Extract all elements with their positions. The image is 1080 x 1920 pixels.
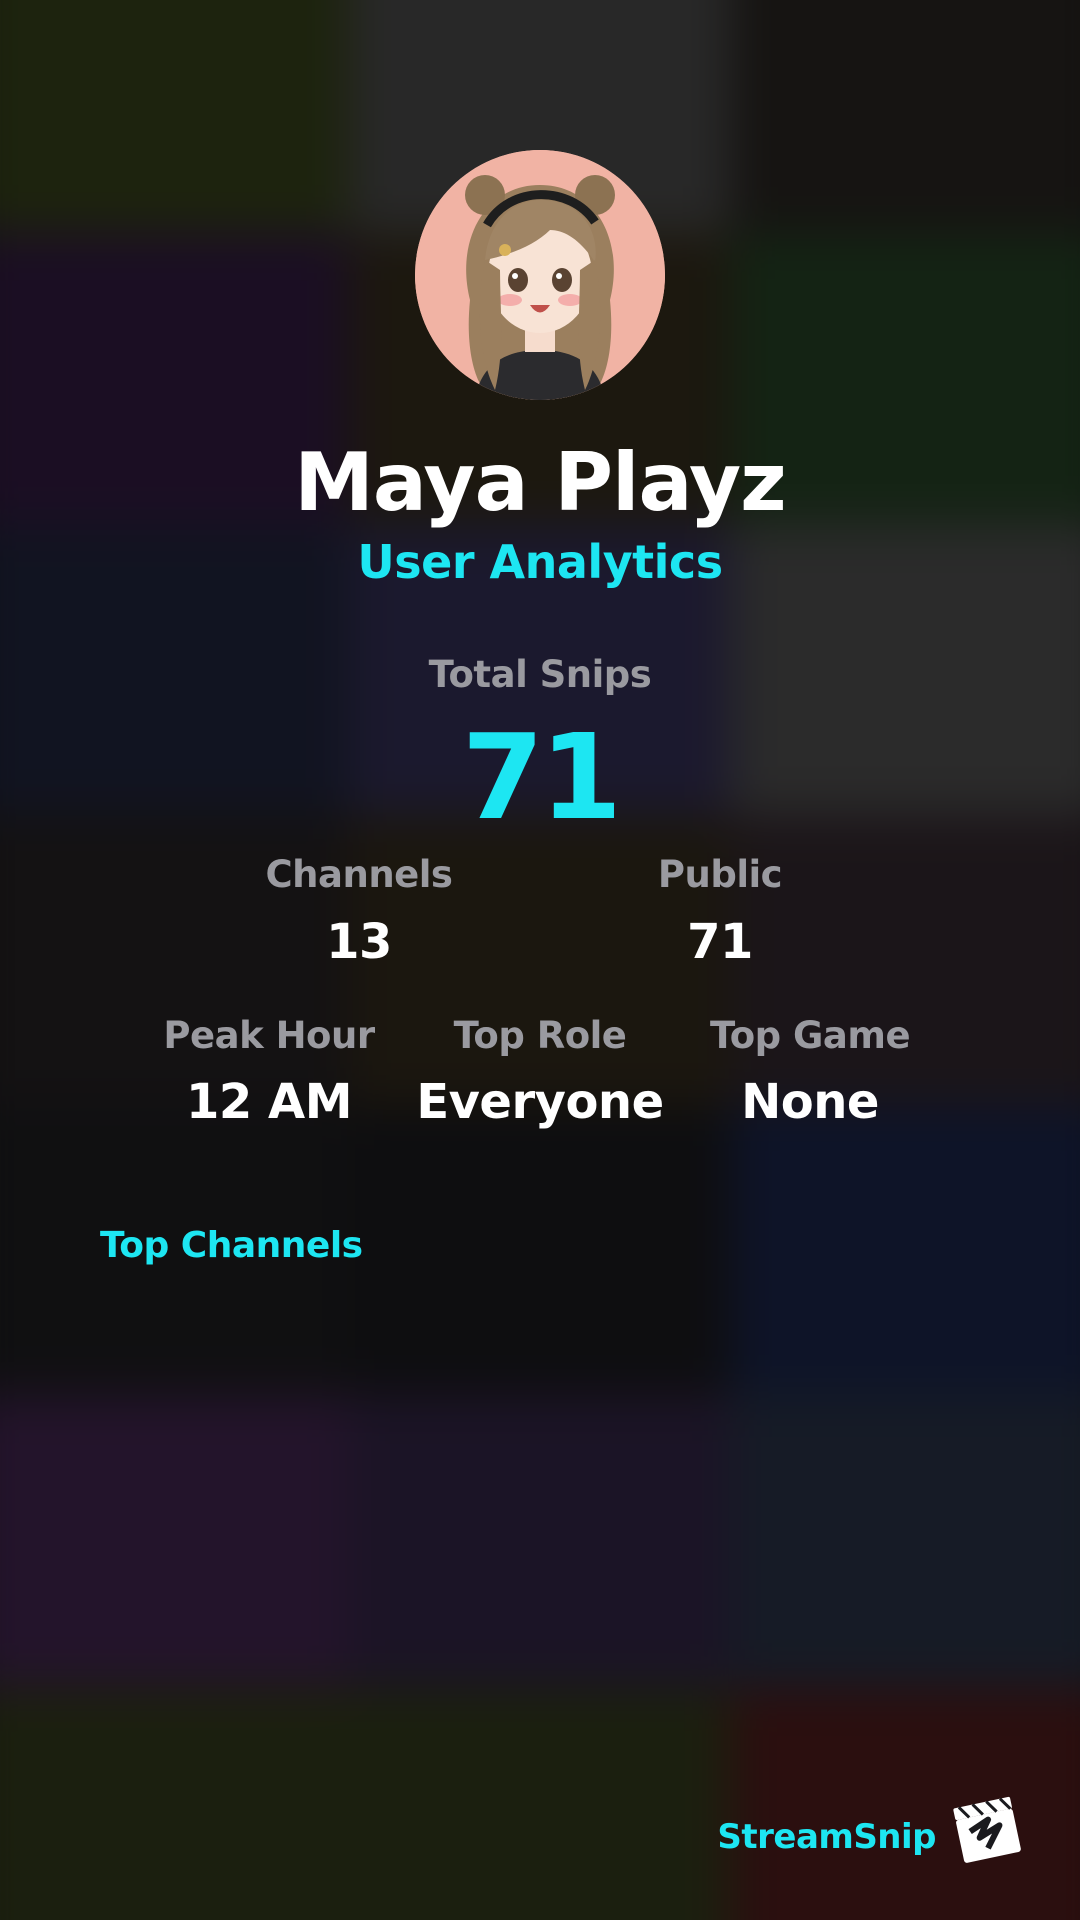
public-label: Public: [657, 853, 783, 896]
total-snips-value: 71: [461, 708, 622, 846]
channels-label: Channels: [265, 853, 453, 896]
page-subtitle: User Analytics: [357, 535, 723, 589]
top-channels-heading: Top Channels: [100, 1225, 363, 1266]
top-game-value: None: [741, 1074, 879, 1130]
public-value: 71: [687, 914, 753, 970]
analytics-card: Maya Playz User Analytics Total Snips 71…: [0, 0, 1080, 1920]
brand-name: StreamSnip: [717, 1817, 936, 1857]
avatar-image: [415, 150, 665, 400]
clapperboard-icon: [948, 1790, 1026, 1868]
total-snips-label: Total Snips: [428, 653, 652, 696]
channels-value: 13: [326, 914, 392, 970]
top-role-label: Top Role: [453, 1014, 627, 1057]
peak-hour-value: 12 AM: [186, 1074, 352, 1130]
avatar: [415, 150, 665, 400]
top-role-value: Everyone: [416, 1074, 664, 1130]
peak-hour-label: Peak Hour: [163, 1014, 375, 1057]
username: Maya Playz: [294, 436, 786, 529]
top-game-label: Top Game: [709, 1014, 911, 1057]
